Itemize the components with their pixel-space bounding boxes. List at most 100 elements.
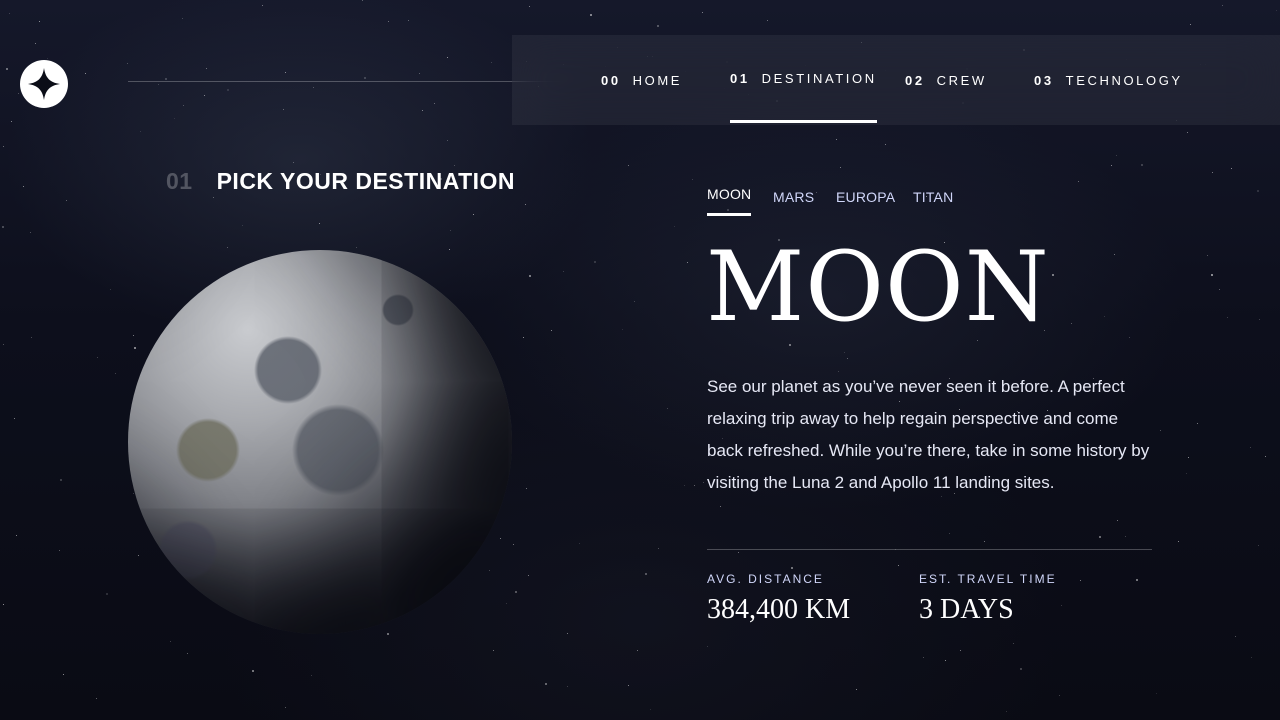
star-dot xyxy=(789,344,791,346)
star-dot xyxy=(1235,636,1236,637)
star-dot xyxy=(579,543,580,544)
star-dot xyxy=(362,0,363,1)
star-dot xyxy=(1212,172,1213,173)
star-dot xyxy=(408,20,409,21)
avg-distance-label: AVG. DISTANCE xyxy=(707,572,824,586)
star-dot xyxy=(388,21,389,22)
star-dot xyxy=(242,225,243,226)
star-dot xyxy=(1190,24,1191,25)
nav-item-technology[interactable]: 03 TECHNOLOGY xyxy=(1034,35,1183,125)
star-dot xyxy=(1020,668,1022,670)
star-dot xyxy=(227,247,228,248)
star-dot xyxy=(650,709,651,710)
nav-item-crew[interactable]: 02 CREW xyxy=(905,35,987,125)
tab-moon[interactable]: MOON xyxy=(707,186,752,216)
star-dot xyxy=(1227,317,1228,318)
star-dot xyxy=(949,533,950,534)
tab-europa[interactable]: EUROPA xyxy=(836,189,895,219)
tab-titan[interactable]: TITAN xyxy=(913,189,953,219)
planet-image xyxy=(128,250,512,634)
section-title: PICK YOUR DESTINATION xyxy=(216,168,516,194)
star-dot xyxy=(523,337,524,338)
star-dot xyxy=(634,301,635,302)
star-dot xyxy=(1186,473,1187,474)
star-dot xyxy=(1197,423,1198,424)
star-dot xyxy=(422,110,423,111)
star-dot xyxy=(110,289,111,290)
star-dot xyxy=(47,58,48,59)
star-dot xyxy=(791,567,793,569)
star-dot xyxy=(127,63,128,64)
star-dot xyxy=(491,62,492,63)
star-dot xyxy=(447,140,448,141)
star-dot xyxy=(1187,132,1188,133)
star-dot xyxy=(206,68,207,69)
star-dot xyxy=(213,197,214,198)
star-dot xyxy=(637,650,638,651)
star-dot xyxy=(1219,289,1220,290)
nav-label: HOME xyxy=(632,72,683,88)
star-dot xyxy=(1178,541,1179,542)
star-dot xyxy=(694,485,695,486)
star-dot xyxy=(311,675,312,676)
moon-image xyxy=(128,250,512,634)
star-dot xyxy=(283,109,284,110)
star-dot xyxy=(97,357,98,358)
star-dot xyxy=(687,262,688,263)
star-dot xyxy=(183,105,184,106)
star-dot xyxy=(170,641,171,642)
star-dot xyxy=(23,186,24,187)
star-dot xyxy=(165,78,167,80)
star-dot xyxy=(720,506,721,507)
star-dot xyxy=(3,604,4,605)
star-dot xyxy=(923,657,924,658)
star-dot xyxy=(182,18,183,19)
star-dot xyxy=(252,670,254,672)
star-dot xyxy=(262,5,263,6)
star-dot xyxy=(6,68,8,70)
tab-mars[interactable]: MARS xyxy=(773,189,814,219)
star-dot xyxy=(16,535,17,536)
nav-item-destination[interactable]: 01 DESTINATION xyxy=(730,33,877,123)
logo[interactable] xyxy=(20,60,68,108)
star-dot xyxy=(1207,255,1208,256)
destination-description: See our planet as you’ve never seen it b… xyxy=(707,377,1150,492)
star-dot xyxy=(551,330,552,331)
nav-item-home[interactable]: 00 HOME xyxy=(601,35,682,125)
star-dot xyxy=(1258,545,1259,546)
star-dot xyxy=(319,223,320,224)
star-dot xyxy=(856,689,857,690)
star-dot xyxy=(115,373,116,374)
star-dot xyxy=(847,358,848,359)
star-dot xyxy=(1125,536,1126,537)
destination-name: MOON xyxy=(706,231,1050,343)
star-dot xyxy=(454,165,455,166)
page-title: 01 PICK YOUR DESTINATION xyxy=(166,168,515,195)
star-dot xyxy=(1006,711,1007,712)
star-dot xyxy=(692,179,693,180)
star-dot xyxy=(885,144,886,145)
stats-divider xyxy=(707,549,1152,550)
star-dot xyxy=(1116,155,1117,156)
star-dot xyxy=(1250,447,1251,448)
star-dot xyxy=(945,660,946,661)
star-dot xyxy=(960,650,961,651)
star-dot xyxy=(1265,456,1266,457)
star-dot xyxy=(836,139,837,140)
star-dot xyxy=(1099,536,1101,538)
star-dot xyxy=(174,118,175,119)
star-dot xyxy=(738,552,739,553)
star-dot xyxy=(293,162,294,163)
star-dot xyxy=(622,329,623,330)
star-dot xyxy=(767,20,768,21)
star-dot xyxy=(30,232,31,233)
primary-nav: 00 HOME 01 DESTINATION 02 CREW 03 TECHNO… xyxy=(512,35,1280,125)
star-dot xyxy=(63,674,64,675)
star-dot xyxy=(657,25,659,27)
nav-label: DESTINATION xyxy=(761,70,877,86)
star-dot xyxy=(984,541,985,542)
star-dot xyxy=(447,57,448,58)
star-dot xyxy=(526,488,527,489)
star-dot xyxy=(840,167,841,168)
star-dot xyxy=(85,73,86,74)
